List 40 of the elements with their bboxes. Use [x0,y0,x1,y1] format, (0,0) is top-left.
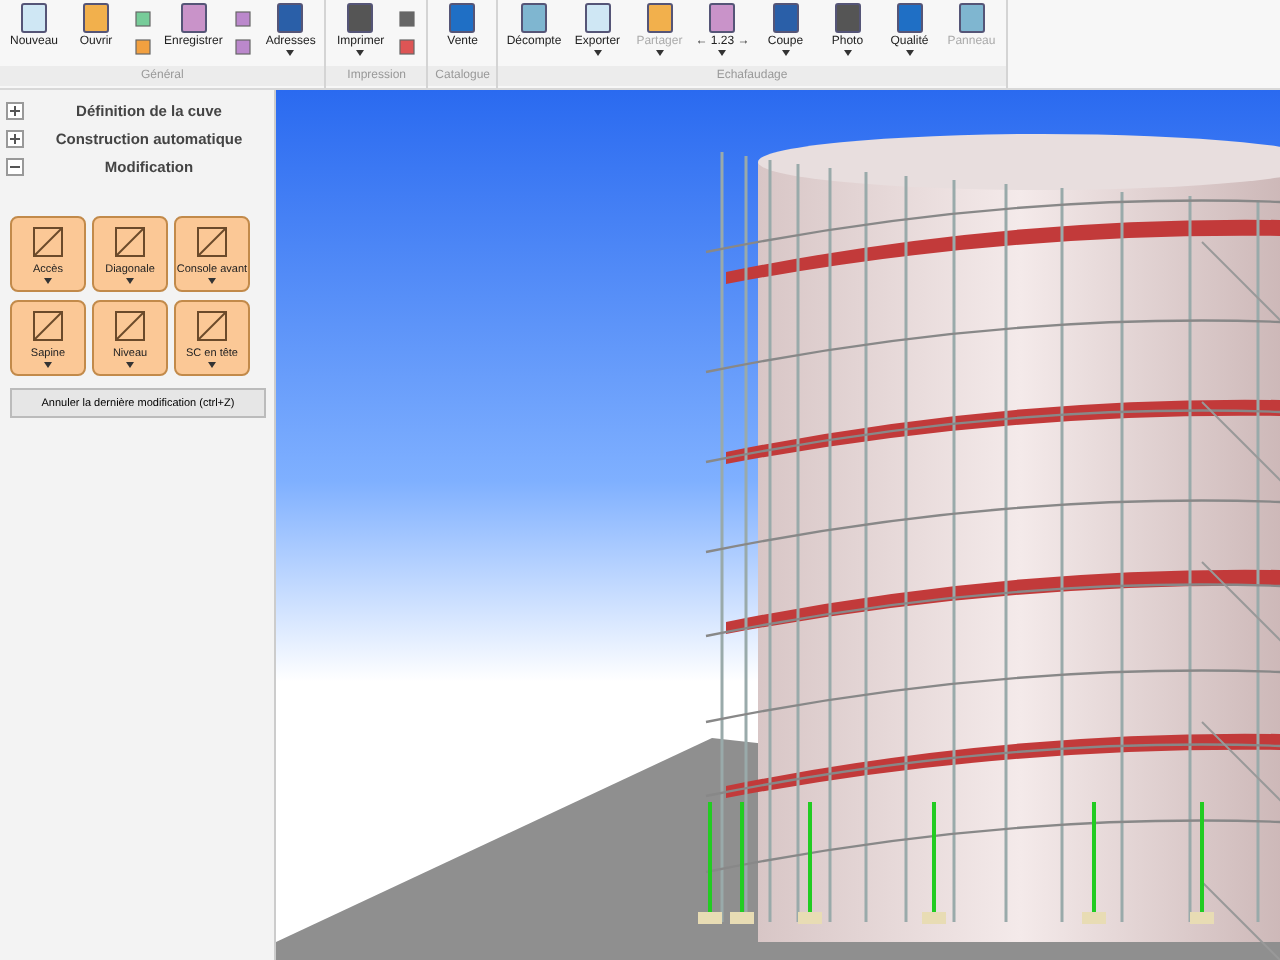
caret-icon [593,50,602,56]
collapse-toggle[interactable] [6,157,24,175]
plus-icon [10,133,20,143]
caret-icon [208,362,216,368]
minus-icon [10,161,20,171]
caret-icon [356,50,365,56]
scaffold-tool-icon [110,306,150,346]
scaffold-tool-icon [28,222,68,262]
toolbar-icon [516,2,553,34]
caret-icon [905,50,914,56]
toolbar-icon [767,2,804,34]
caret-icon [781,50,790,56]
toolbar-icon [953,2,990,34]
caret-icon [126,362,134,368]
toolbar-icon [175,2,212,34]
scaffold-tool-icon [110,222,150,262]
toolbar-icon [704,2,741,34]
toolbar-icon [891,2,928,34]
expand-toggle[interactable] [6,129,24,147]
plus-icon [10,105,20,115]
caret-icon [718,50,727,56]
toolbar-icon [444,2,481,34]
caret-icon [655,50,664,56]
scaffold-tool-icon [192,306,232,346]
toolbar-icon [829,2,866,34]
scaffold-tool-icon [28,306,68,346]
toolbar-icon [16,2,52,34]
caret-icon [208,278,216,284]
caret-icon [286,50,295,56]
toolbar-icon [272,2,309,34]
caret-icon [843,50,852,56]
scaffold-tool-icon [192,222,232,262]
toolbar-icon [579,2,616,34]
toolbar-icon [641,2,678,34]
caret-icon [44,278,52,284]
expand-toggle[interactable] [6,101,24,119]
toolbar-icon [78,2,114,34]
caret-icon [44,362,52,368]
caret-icon [126,278,134,284]
toolbar-icon [342,2,379,34]
